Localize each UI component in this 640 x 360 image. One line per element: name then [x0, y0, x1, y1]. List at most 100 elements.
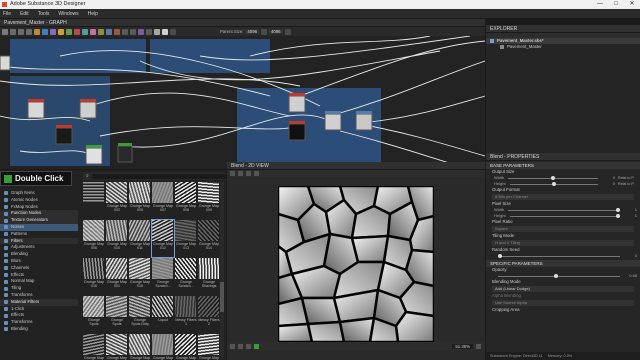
library-thumbnail[interactable]: Grunge Map 013	[175, 220, 197, 257]
library-thumbnail[interactable]: Grunge Map 001	[106, 258, 128, 295]
library-thumbnail[interactable]: Grunge Map 015	[129, 258, 151, 295]
levels-icon[interactable]	[90, 28, 96, 35]
library-search-input[interactable]	[91, 173, 226, 179]
library-thumbnail[interactable]: Grunge Map 002	[106, 182, 128, 219]
pixel-processor-icon[interactable]	[138, 28, 144, 35]
library-thumbnail[interactable]: Grunge Map 016	[83, 258, 105, 295]
uniform-color-icon[interactable]	[34, 28, 40, 35]
maximize-button[interactable]: □	[608, 0, 624, 9]
library-category[interactable]: Atomic Nodes	[0, 197, 78, 204]
tiling-icon[interactable]	[254, 171, 259, 176]
alpha-blending-select[interactable]: Use Source Alpha	[492, 300, 634, 306]
library-thumbnail[interactable]: Grunge Map 017	[83, 334, 105, 360]
home-icon[interactable]	[2, 28, 8, 35]
library-category[interactable]: Material Filters	[0, 298, 78, 306]
library-thumbnail[interactable]: Grunge Scratch...	[175, 258, 197, 295]
library-thumbnail[interactable]: Grunge Map 022	[198, 334, 220, 360]
library-category[interactable]: Filters	[0, 237, 78, 245]
library-scroll-thumb[interactable]	[220, 282, 224, 312]
library-category[interactable]: Noises	[0, 223, 78, 231]
graph-node[interactable]	[79, 101, 97, 119]
menu-windows[interactable]: Windows	[58, 11, 78, 17]
px-height-value[interactable]: 1	[624, 213, 640, 219]
library-category[interactable]: Function Nodes	[0, 210, 78, 218]
info-icon[interactable]	[246, 343, 251, 349]
close-button[interactable]: ✕	[624, 0, 640, 9]
opacity-knob[interactable]	[554, 273, 559, 278]
library-thumbnail[interactable]: Grunge Map 009	[198, 182, 220, 219]
library-thumbnail[interactable]: Messy Fibers 1	[175, 296, 197, 333]
library-category[interactable]: Tiling	[0, 285, 78, 292]
output-icon[interactable]	[122, 28, 128, 35]
height-knob[interactable]	[552, 181, 556, 186]
library-category[interactable]: Blending	[0, 251, 78, 258]
grayscale-icon[interactable]	[154, 28, 160, 35]
graph-node[interactable]	[288, 95, 306, 113]
library-thumbnail[interactable]: Liquid	[152, 296, 174, 333]
display-icon[interactable]	[246, 171, 251, 176]
pin-icon[interactable]	[26, 28, 32, 35]
text-icon[interactable]	[58, 28, 64, 35]
library-thumbnail[interactable]: Grunge Map 018	[106, 334, 128, 360]
blend-icon[interactable]	[98, 28, 104, 35]
channel-icon[interactable]	[238, 171, 243, 176]
frame-icon[interactable]	[10, 28, 16, 35]
library-thumbnail[interactable]: Grunge Map 012	[151, 219, 175, 258]
graph-node[interactable]	[85, 147, 103, 165]
library-category[interactable]: Normal Map	[0, 278, 78, 285]
align-icon[interactable]	[170, 28, 176, 35]
library-thumbnail[interactable]: Grunge Map 006	[83, 220, 105, 257]
bitmap-icon[interactable]	[42, 28, 48, 35]
graph-canvas[interactable]	[0, 36, 485, 169]
library-thumbnail[interactable]: Grunge Spots Dirty	[129, 296, 151, 333]
2d-view-tab[interactable]: Blend - 2D VIEW	[227, 162, 485, 170]
graph-node[interactable]	[117, 145, 133, 163]
library-thumbnail[interactable]: Grunge Map 019	[129, 334, 151, 360]
graph-node[interactable]	[288, 123, 306, 141]
gradient-icon[interactable]	[82, 28, 88, 35]
library-category[interactable]: Patterns	[0, 231, 78, 238]
library-thumbnail[interactable]: Grunge Map 005	[129, 182, 151, 219]
graph-node[interactable]	[324, 113, 342, 131]
link-icon[interactable]	[260, 28, 267, 35]
value-processor-icon[interactable]	[146, 28, 152, 35]
library-category[interactable]: Adjustments	[0, 244, 78, 251]
2d-view-canvas[interactable]	[276, 184, 436, 344]
library-thumbnail[interactable]: Grunge Map 021	[175, 334, 197, 360]
library-scrollbar[interactable]	[220, 182, 224, 358]
library-thumbnail[interactable]: Grunge Map 010	[106, 220, 128, 257]
library-category[interactable]: Transforms	[0, 292, 78, 299]
input-icon[interactable]	[130, 28, 136, 35]
library-thumbnail[interactable]: Grunge Map 008	[175, 182, 197, 219]
random-seed-value[interactable]: 0	[624, 253, 640, 259]
comment-icon[interactable]	[18, 28, 24, 35]
menu-tools[interactable]: Tools	[38, 11, 50, 17]
library-thumbnail[interactable]: Grunge Spots	[83, 296, 105, 333]
graph-node[interactable]	[55, 127, 73, 145]
library-thumbnail[interactable]: Grunge Map 007	[152, 182, 174, 219]
tiling-mode-select[interactable]: H and V Tiling	[492, 240, 634, 246]
opacity-track[interactable]	[498, 273, 620, 278]
hsl-icon[interactable]	[114, 28, 120, 35]
px-width-knob[interactable]	[615, 207, 620, 212]
base-parameters-section[interactable]: BASE PARAMETERS	[486, 162, 640, 169]
fxmap-icon[interactable]	[66, 28, 72, 35]
output-format-select[interactable]: 8 Bits per Channel	[492, 194, 634, 200]
seed-knob[interactable]	[498, 253, 502, 258]
graph-node[interactable]	[0, 55, 11, 71]
library-category[interactable]: Effects	[0, 272, 78, 279]
px-width-track[interactable]	[508, 207, 620, 212]
library-category[interactable]: Graph Items	[0, 190, 78, 197]
library-thumbnail[interactable]	[83, 182, 105, 219]
height-value[interactable]: 0	[602, 181, 618, 187]
graph-node[interactable]	[355, 113, 373, 131]
width-knob[interactable]	[551, 175, 556, 180]
zoom-level[interactable]: 51.36%	[452, 343, 473, 349]
svg-icon[interactable]	[50, 28, 56, 35]
library-category[interactable]: 1-Click	[0, 306, 78, 313]
library-category[interactable]: Texture Generators	[0, 217, 78, 224]
histogram-icon[interactable]	[254, 343, 259, 349]
normal-icon[interactable]	[106, 28, 112, 35]
library-category[interactable]: FxMap Nodes	[0, 204, 78, 211]
library-thumbnail[interactable]: Grunge Map 014	[198, 220, 220, 257]
